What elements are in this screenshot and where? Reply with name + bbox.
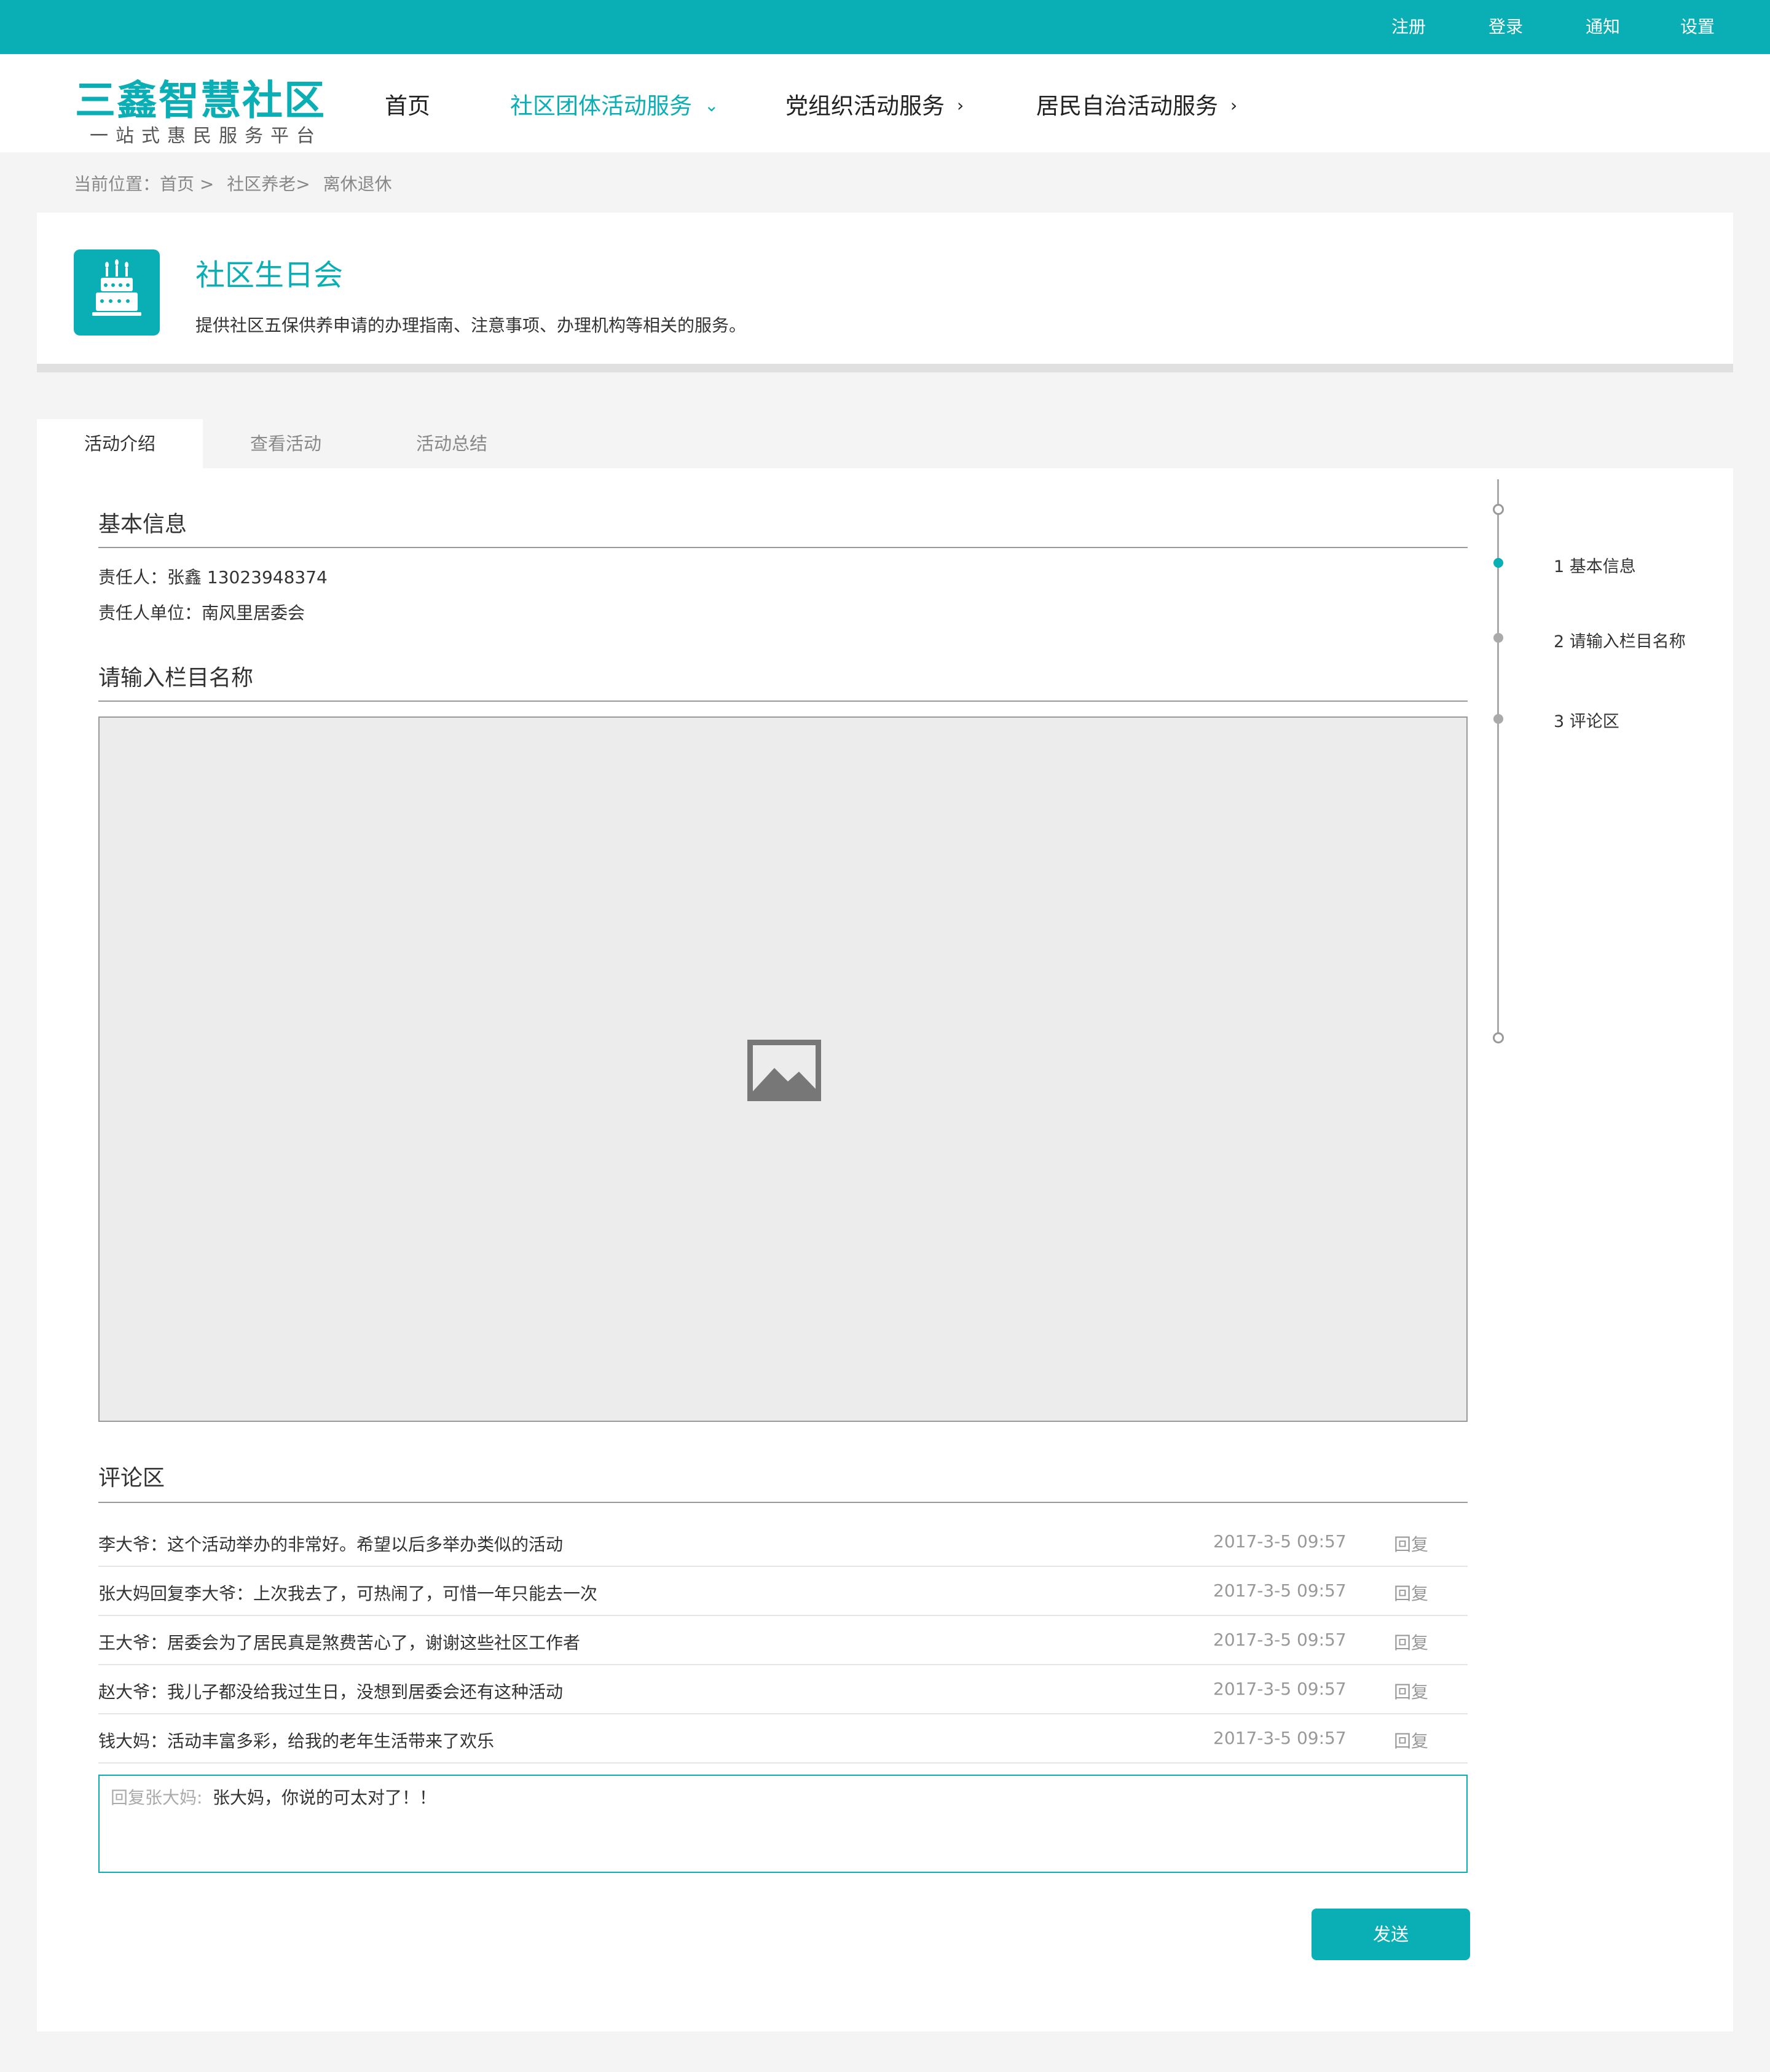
comment-time: 2017-3-5 09:57: [1213, 1728, 1347, 1748]
nav-item-resident-autonomy-services[interactable]: 居民自治活动服务 ›: [1036, 87, 1237, 120]
reply-link[interactable]: 回复: [1394, 1630, 1428, 1654]
comment-row: 李大爷：这个活动举办的非常好。希望以后多举办类似的活动 2017-3-5 09:…: [98, 1518, 1468, 1567]
notifications-link[interactable]: 通知: [1586, 0, 1620, 54]
breadcrumb-elderly-care[interactable]: 社区养老>: [227, 174, 310, 194]
timeline-item-column[interactable]: 2 请输入栏目名称: [1554, 628, 1686, 652]
comment-time: 2017-3-5 09:57: [1213, 1531, 1347, 1552]
reply-target-label: 回复张大妈:: [111, 1787, 203, 1808]
service-title: 社区生日会: [195, 258, 344, 292]
breadcrumb-home[interactable]: 当前位置：首页 >: [74, 174, 214, 194]
section-heading-comments: 评论区: [98, 1466, 165, 1491]
timeline-item-basic-info[interactable]: 1 基本信息: [1554, 553, 1636, 577]
reply-link[interactable]: 回复: [1394, 1728, 1428, 1752]
comment-time: 2017-3-5 09:57: [1213, 1679, 1347, 1699]
comment-row: 钱大妈：活动丰富多彩，给我的老年生活带来了欢乐 2017-3-5 09:57 回…: [98, 1714, 1468, 1764]
nav-item-label: 首页: [385, 93, 430, 119]
comment-text: 钱大妈：活动丰富多彩，给我的老年生活带来了欢乐: [98, 1731, 495, 1751]
comment-text: 张大妈回复李大爷：上次我去了，可热闹了，可惜一年只能去一次: [98, 1583, 598, 1604]
nav-item-party-services[interactable]: 党组织活动服务 ›: [785, 87, 964, 120]
timeline-item-comments[interactable]: 3 评论区: [1554, 708, 1619, 732]
site-header: 三鑫智慧社区 一站式惠民服务平台 首页 社区团体活动服务 ⌄ 党组织活动服务 › 居…: [0, 54, 1770, 152]
send-button[interactable]: 发送: [1312, 1909, 1470, 1960]
reply-textarea[interactable]: 回复张大妈: 张大妈，你说的可太对了！！: [98, 1775, 1468, 1873]
comment-text: 王大爷：居委会为了居民真是煞费苦心了，谢谢这些社区工作者: [98, 1633, 581, 1653]
responsible-unit: 责任人单位：南风里居委会: [98, 603, 305, 623]
nav-item-label: 社区团体活动服务: [510, 93, 692, 119]
comment-row: 王大爷：居委会为了居民真是煞费苦心了，谢谢这些社区工作者 2017-3-5 09…: [98, 1616, 1468, 1665]
responsible-person: 责任人：张鑫 13023948374: [98, 567, 328, 587]
comment-time: 2017-3-5 09:57: [1213, 1630, 1347, 1650]
section-heading-column: 请输入栏目名称: [98, 665, 254, 691]
brand-logo[interactable]: 三鑫智慧社区: [75, 68, 326, 127]
reply-link[interactable]: 回复: [1394, 1580, 1428, 1605]
comment-time: 2017-3-5 09:57: [1213, 1580, 1347, 1601]
chevron-right-icon: ›: [1230, 95, 1238, 116]
settings-link[interactable]: 设置: [1680, 0, 1715, 54]
tab-view-activities[interactable]: 查看活动: [203, 419, 369, 468]
reply-link[interactable]: 回复: [1394, 1679, 1428, 1703]
nav-item-community-group-services[interactable]: 社区团体活动服务 ⌄: [510, 87, 718, 120]
comment-text: 赵大爷：我儿子都没给我过生日，没想到居委会还有这种活动: [98, 1682, 564, 1702]
divider: [98, 547, 1468, 548]
divider: [98, 700, 1468, 702]
nav-item-label: 居民自治活动服务: [1036, 93, 1218, 119]
nav-item-home[interactable]: 首页: [385, 87, 430, 120]
login-link[interactable]: 登录: [1489, 0, 1523, 54]
reply-link[interactable]: 回复: [1394, 1531, 1428, 1556]
brand-tagline: 一站式惠民服务平台: [90, 125, 322, 147]
reply-input-value: 张大妈，你说的可太对了！！: [213, 1787, 437, 1808]
divider: [98, 1502, 1468, 1503]
breadcrumb-retirement[interactable]: 离休退休: [323, 174, 392, 194]
service-description: 提供社区五保供养申请的办理指南、注意事项、办理机构等相关的服务。: [195, 315, 747, 336]
tab-activity-intro[interactable]: 活动介绍: [37, 419, 203, 468]
image-placeholder: [98, 716, 1468, 1422]
nav-item-label: 党组织活动服务: [785, 93, 945, 119]
service-card: 社区生日会 提供社区五保供养申请的办理指南、注意事项、办理机构等相关的服务。: [37, 213, 1733, 372]
content-panel: 基本信息 责任人：张鑫 13023948374 责任人单位：南风里居委会 请输入…: [37, 468, 1733, 2031]
timeline-start-marker: [1493, 504, 1504, 515]
comment-text: 李大爷：这个活动举办的非常好。希望以后多举办类似的活动: [98, 1534, 564, 1555]
tab-activity-summary[interactable]: 活动总结: [369, 419, 535, 468]
image-placeholder-icon: [747, 1040, 821, 1101]
birthday-cake-icon: [74, 249, 160, 336]
comment-row: 张大妈回复李大爷：上次我去了，可热闹了，可惜一年只能去一次 2017-3-5 0…: [98, 1567, 1468, 1616]
breadcrumb: 当前位置：首页 > 社区养老> 离休退休: [74, 171, 399, 195]
top-bar: 注册 登录 通知 设置: [0, 0, 1770, 54]
timeline-dot: [1493, 714, 1503, 724]
timeline-end-marker: [1493, 1032, 1504, 1043]
timeline-dot-active: [1493, 558, 1503, 568]
comment-row: 赵大爷：我儿子都没给我过生日，没想到居委会还有这种活动 2017-3-5 09:…: [98, 1665, 1468, 1714]
chevron-down-icon: ⌄: [704, 95, 719, 116]
register-link[interactable]: 注册: [1391, 0, 1426, 54]
timeline-dot: [1493, 633, 1503, 643]
chevron-right-icon: ›: [957, 95, 964, 116]
section-heading-basic-info: 基本信息: [98, 512, 187, 537]
